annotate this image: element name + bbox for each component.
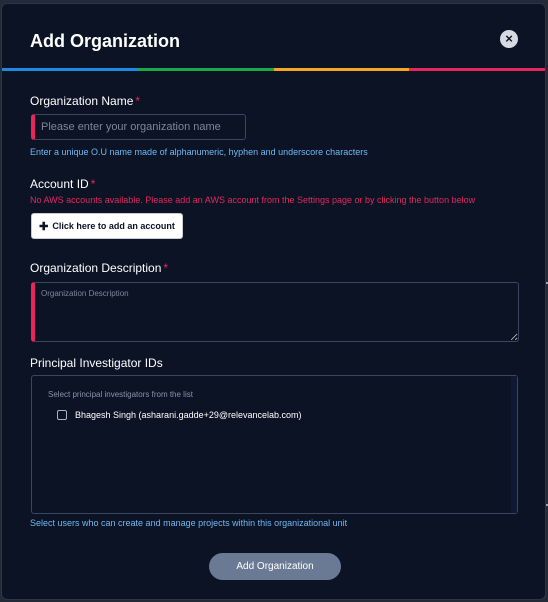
principal-investigator-checkbox[interactable] (57, 410, 67, 420)
account-id-label-text: Account ID (30, 177, 89, 191)
add-account-button[interactable]: ✚ Click here to add an account (31, 213, 183, 239)
org-name-hint: Enter a unique O.U name made of alphanum… (30, 147, 368, 157)
account-id-label: Account ID * (30, 177, 95, 191)
add-organization-modal: Add Organization × Organization Name* En… (1, 3, 546, 600)
principal-investigators-placeholder: Select principal investigators from the … (48, 390, 193, 399)
org-name-label: Organization Name * (30, 94, 140, 108)
org-description-textarea[interactable] (31, 282, 519, 342)
org-name-label-text: Organization Name (30, 94, 134, 108)
required-mark: * (163, 261, 169, 275)
required-mark: * (135, 94, 141, 108)
list-scroll-edge (511, 376, 517, 513)
principal-investigator-option[interactable]: Bhagesh Singh (asharani.gadde+29@relevan… (57, 410, 302, 420)
header-color-bar (2, 68, 545, 71)
org-name-input[interactable] (31, 114, 246, 140)
org-description-label: Organization Description * (30, 261, 168, 275)
required-mark: * (90, 177, 96, 191)
color-bar-segment (409, 68, 545, 71)
color-bar-segment (273, 68, 410, 71)
principal-investigators-hint: Select users who can create and manage p… (30, 518, 348, 528)
modal-title: Add Organization (30, 31, 180, 51)
color-bar-segment (2, 68, 138, 71)
principal-investigators-list[interactable]: Select principal investigators from the … (31, 375, 518, 514)
add-account-button-label: Click here to add an account (52, 221, 175, 231)
org-description-label-text: Organization Description (30, 261, 162, 275)
modal-header: Add Organization × (2, 4, 545, 68)
principal-investigators-label: Principal Investigator IDs (30, 356, 163, 370)
color-bar-segment (137, 68, 274, 71)
add-organization-submit-button[interactable]: Add Organization (209, 553, 341, 580)
close-icon[interactable]: × (500, 30, 518, 48)
plus-icon: ✚ (39, 220, 49, 233)
principal-investigator-option-label: Bhagesh Singh (asharani.gadde+29@relevan… (75, 410, 302, 420)
account-id-error: No AWS accounts available. Please add an… (30, 195, 476, 205)
